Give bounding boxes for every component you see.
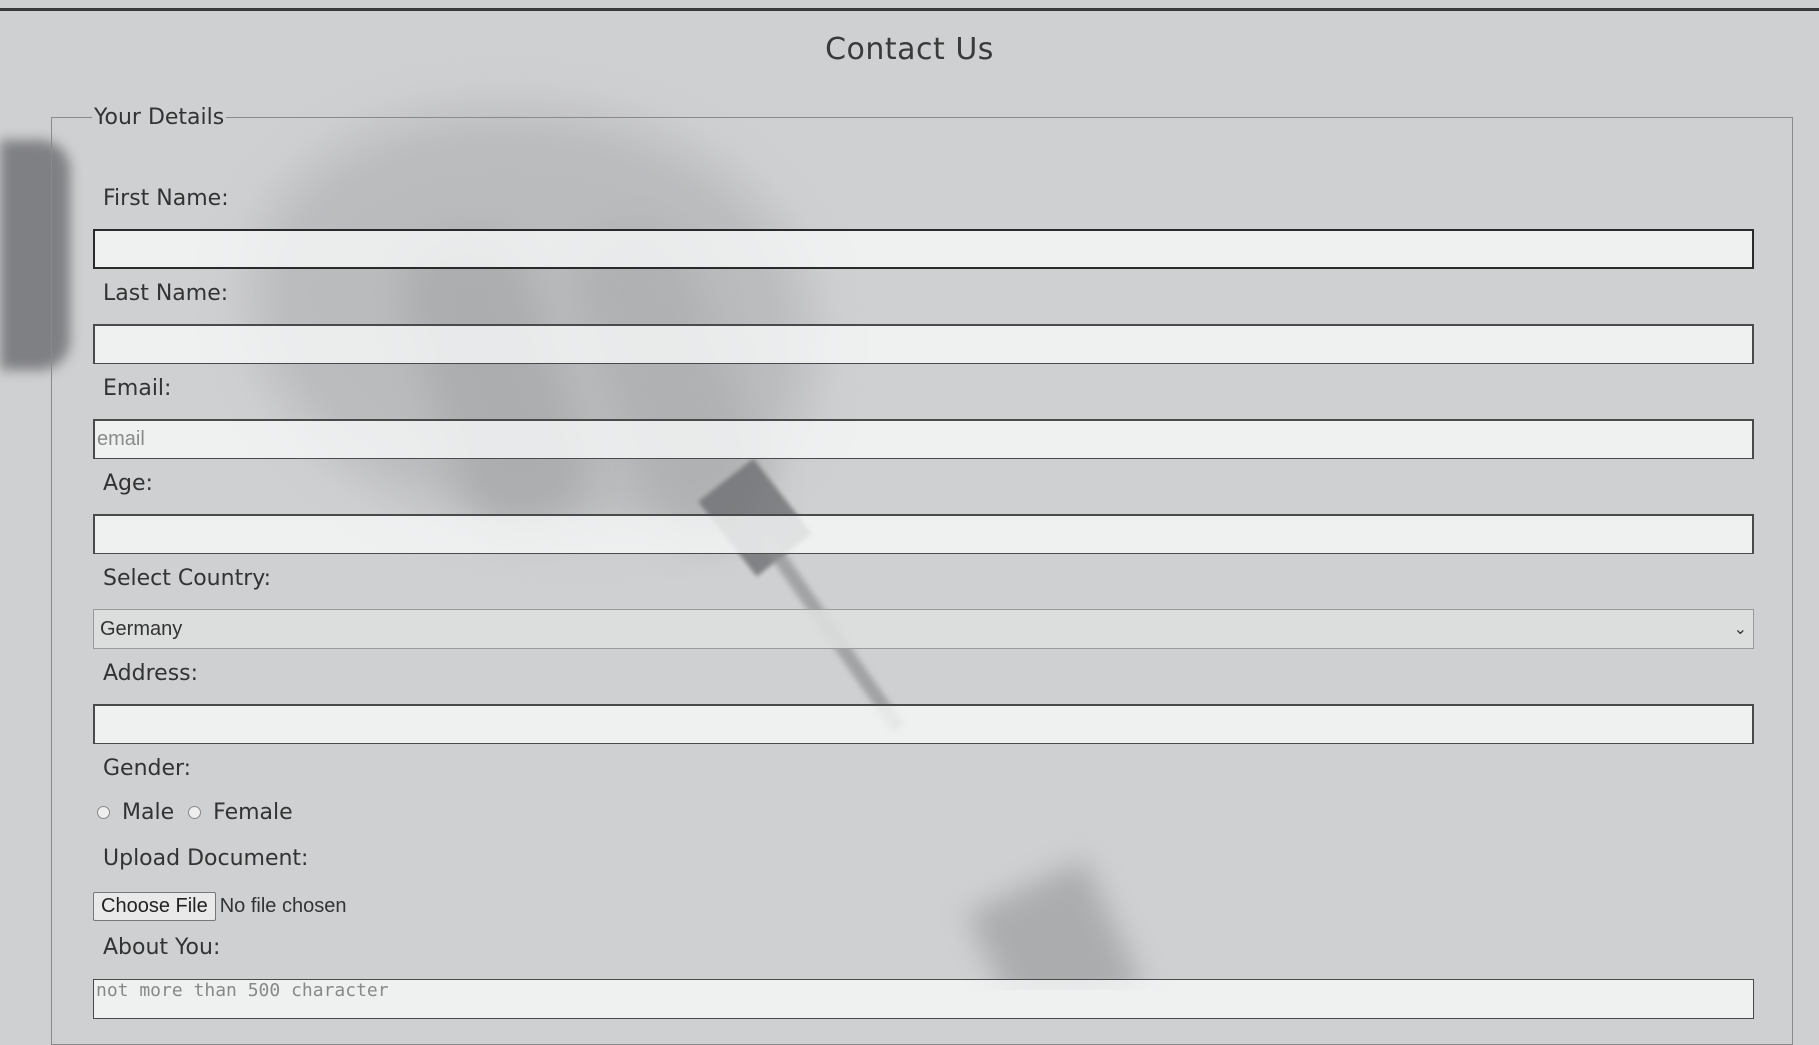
first-name-input[interactable] <box>93 229 1754 269</box>
gender-options: Male Female <box>97 800 307 825</box>
address-label: Address: <box>103 661 199 686</box>
gender-male-radio[interactable] <box>97 806 110 819</box>
file-status: No file chosen <box>219 895 347 917</box>
file-upload: Choose File No file chosen <box>93 892 346 921</box>
email-label: Email: <box>103 376 172 401</box>
first-name-label: First Name: <box>103 186 229 211</box>
about-textarea[interactable]: not more than 500 character <box>93 979 1754 1019</box>
country-label: Select Country: <box>103 566 272 591</box>
chevron-down-icon: ⌄ <box>1733 621 1747 638</box>
address-input[interactable] <box>93 704 1754 744</box>
page-title: Contact Us <box>825 32 994 67</box>
fieldset-legend: Your Details <box>94 105 225 130</box>
last-name-label: Last Name: <box>103 281 229 306</box>
gender-label: Gender: <box>103 756 192 781</box>
gender-male-label[interactable]: Male <box>122 800 174 825</box>
last-name-input[interactable] <box>93 324 1754 364</box>
top-border <box>0 8 1819 11</box>
country-select[interactable]: Germany ⌄ <box>93 609 1754 649</box>
gender-female-radio[interactable] <box>188 806 202 819</box>
country-selected-value: Germany <box>100 617 183 640</box>
choose-file-button[interactable]: Choose File <box>93 892 216 921</box>
email-input[interactable] <box>93 419 1754 459</box>
upload-label: Upload Document: <box>103 846 309 871</box>
about-label: About You: <box>103 935 221 960</box>
gender-female-label[interactable]: Female <box>213 800 293 825</box>
age-input[interactable] <box>93 514 1754 554</box>
age-label: Age: <box>103 471 153 496</box>
